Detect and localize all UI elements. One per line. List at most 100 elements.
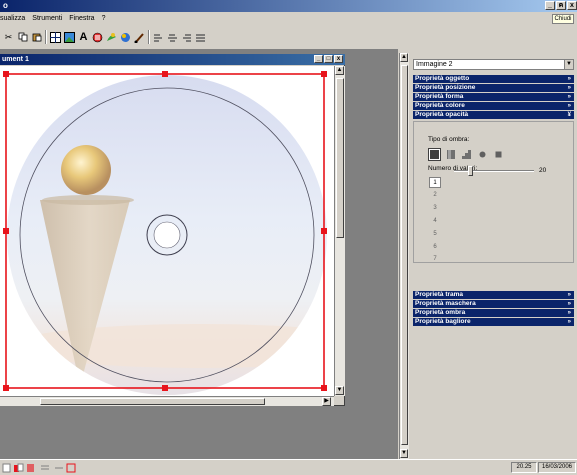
copy-icon[interactable] bbox=[17, 32, 28, 43]
section-label: Proprietà opacità bbox=[415, 111, 469, 118]
resize-handle-s[interactable] bbox=[162, 385, 168, 391]
section-proprieta-forma[interactable]: Proprietà forma » bbox=[413, 93, 574, 101]
slider-value: 20 bbox=[539, 167, 547, 174]
toolbar: ✂ A bbox=[0, 27, 577, 47]
values-slider-track[interactable] bbox=[454, 170, 534, 172]
minimize-button[interactable]: _ bbox=[545, 1, 555, 10]
solid-square-icon[interactable] bbox=[428, 148, 441, 161]
document-vertical-scrollbar[interactable]: ▲ ▼ bbox=[334, 66, 345, 396]
toolbar-separator bbox=[45, 30, 47, 44]
close-button[interactable]: x bbox=[567, 1, 577, 10]
document-window[interactable]: ument 1 _ □ x ▲ ▼ ▶ bbox=[0, 54, 345, 406]
values-slider-thumb[interactable] bbox=[468, 166, 473, 176]
value-item-3[interactable]: 3 bbox=[429, 203, 441, 214]
section-proprieta-trama[interactable]: Proprietà trama » bbox=[413, 291, 574, 299]
chevron-down-icon[interactable]: ▼ bbox=[564, 60, 573, 69]
effect-icon[interactable] bbox=[120, 32, 131, 43]
section-label: Proprietà bagliore bbox=[415, 318, 471, 325]
square-dot-icon[interactable] bbox=[492, 148, 505, 161]
workspace-scroll-down-icon[interactable]: ▼ bbox=[400, 449, 408, 458]
menu-strumenti[interactable]: Strumenti bbox=[32, 12, 62, 26]
status-date: 16/03/2006 bbox=[538, 462, 576, 473]
ruler-icon[interactable] bbox=[54, 463, 64, 473]
section-label: Proprietà trama bbox=[415, 291, 464, 298]
radial-dot-icon[interactable] bbox=[476, 148, 489, 161]
zoom-box-icon[interactable] bbox=[66, 463, 76, 473]
resize-handle-se[interactable] bbox=[321, 385, 327, 391]
menu-finestra[interactable]: Finestra bbox=[69, 12, 94, 26]
restore-button[interactable]: ฅ bbox=[556, 1, 566, 10]
scroll-down-icon[interactable]: ▼ bbox=[335, 386, 344, 395]
section-proprieta-bagliore[interactable]: Proprietà bagliore » bbox=[413, 318, 574, 326]
value-item-6[interactable]: 6 bbox=[429, 242, 441, 253]
menu-visualizza[interactable]: sualizza bbox=[0, 12, 25, 26]
section-proprieta-oggetto[interactable]: Proprietà oggetto » bbox=[413, 75, 574, 83]
sphere-shape bbox=[61, 145, 111, 195]
double-chevron-icon: » bbox=[567, 292, 571, 298]
double-chevron-icon: » bbox=[567, 103, 571, 109]
toolbar-separator-2 bbox=[148, 30, 150, 44]
value-item-5[interactable]: 5 bbox=[429, 229, 441, 240]
close-all-button[interactable]: Chiudi bbox=[552, 14, 574, 24]
insert-shape-icon[interactable] bbox=[92, 32, 103, 43]
paste-icon[interactable] bbox=[31, 32, 42, 43]
insert-frame-icon[interactable] bbox=[50, 31, 61, 43]
align-right-icon[interactable] bbox=[181, 32, 192, 43]
resize-handle-e[interactable] bbox=[321, 228, 327, 234]
grid-icon[interactable] bbox=[40, 463, 50, 473]
distribute-icon[interactable] bbox=[195, 32, 206, 43]
object-selector[interactable]: Immagine 2 ▼ bbox=[413, 59, 574, 70]
document-minimize-button[interactable]: _ bbox=[314, 55, 323, 63]
resize-handle-n[interactable] bbox=[162, 71, 168, 77]
section-label: Proprietà maschera bbox=[415, 300, 476, 307]
horizontal-scroll-thumb[interactable] bbox=[40, 398, 265, 405]
document-window-controls: _ □ x bbox=[314, 55, 343, 63]
new-page-icon[interactable] bbox=[2, 463, 12, 473]
value-item-4[interactable]: 4 bbox=[429, 216, 441, 227]
section-proprieta-ombra[interactable]: Proprietà ombra » bbox=[413, 309, 574, 317]
workspace-vertical-scrollbar[interactable]: ▲ ▼ bbox=[399, 53, 409, 459]
document-maximize-button[interactable]: □ bbox=[324, 55, 333, 63]
page-icon[interactable] bbox=[26, 463, 36, 473]
double-chevron-icon: » bbox=[567, 301, 571, 307]
window-controls: _ ฅ x bbox=[545, 0, 577, 12]
section-proprieta-maschera[interactable]: Proprietà maschera » bbox=[413, 300, 574, 308]
section-proprieta-colore[interactable]: Proprietà colore » bbox=[413, 102, 574, 110]
section-proprieta-opacita[interactable]: Proprietà opacità ¥ bbox=[413, 111, 574, 119]
resize-handle-ne[interactable] bbox=[321, 71, 327, 77]
section-proprieta-posizione[interactable]: Proprietà posizione » bbox=[413, 84, 574, 92]
properties-panel: Immagine 2 ▼ Proprietà oggetto » Propriet… bbox=[410, 53, 577, 459]
double-chevron-icon: » bbox=[567, 94, 571, 100]
insert-text-icon[interactable]: A bbox=[78, 31, 89, 43]
stepped-gradient-icon[interactable] bbox=[460, 148, 473, 161]
status-bar: 20.25 16/03/2006 bbox=[0, 459, 577, 475]
page-flip-icon[interactable] bbox=[14, 463, 24, 473]
resize-handle-sw[interactable] bbox=[3, 385, 9, 391]
align-center-icon[interactable] bbox=[167, 32, 178, 43]
value-item-7[interactable]: 7 bbox=[429, 255, 441, 263]
brush-icon[interactable] bbox=[134, 32, 145, 43]
vertical-scroll-thumb[interactable] bbox=[336, 78, 344, 238]
resize-handle-nw[interactable] bbox=[3, 71, 9, 77]
document-horizontal-scrollbar[interactable]: ▶ bbox=[0, 396, 334, 406]
cd-label-artwork bbox=[0, 66, 334, 396]
scroll-up-icon[interactable]: ▲ bbox=[335, 66, 344, 75]
workspace-scroll-thumb[interactable] bbox=[401, 65, 408, 445]
scroll-right-icon[interactable]: ▶ bbox=[322, 397, 331, 406]
design-canvas[interactable] bbox=[0, 66, 334, 396]
document-title-bar[interactable]: ument 1 _ □ x bbox=[0, 54, 345, 65]
double-chevron-icon: » bbox=[567, 310, 571, 316]
cut-icon[interactable]: ✂ bbox=[3, 32, 14, 43]
value-item-2[interactable]: 2 bbox=[429, 190, 441, 201]
document-close-button[interactable]: x bbox=[334, 55, 343, 63]
align-left-icon[interactable] bbox=[153, 32, 164, 43]
insert-image-icon[interactable] bbox=[64, 31, 75, 43]
resize-handle-w[interactable] bbox=[3, 228, 9, 234]
vertical-gradient-icon[interactable] bbox=[444, 148, 457, 161]
clipart-icon[interactable] bbox=[106, 32, 117, 43]
value-item-1[interactable]: 1 bbox=[429, 177, 441, 188]
object-selector-value: Immagine 2 bbox=[416, 61, 453, 68]
workspace-scroll-up-icon[interactable]: ▲ bbox=[400, 53, 408, 62]
collapse-chevron-icon: ¥ bbox=[567, 112, 571, 118]
menu-help[interactable]: ? bbox=[102, 12, 106, 26]
